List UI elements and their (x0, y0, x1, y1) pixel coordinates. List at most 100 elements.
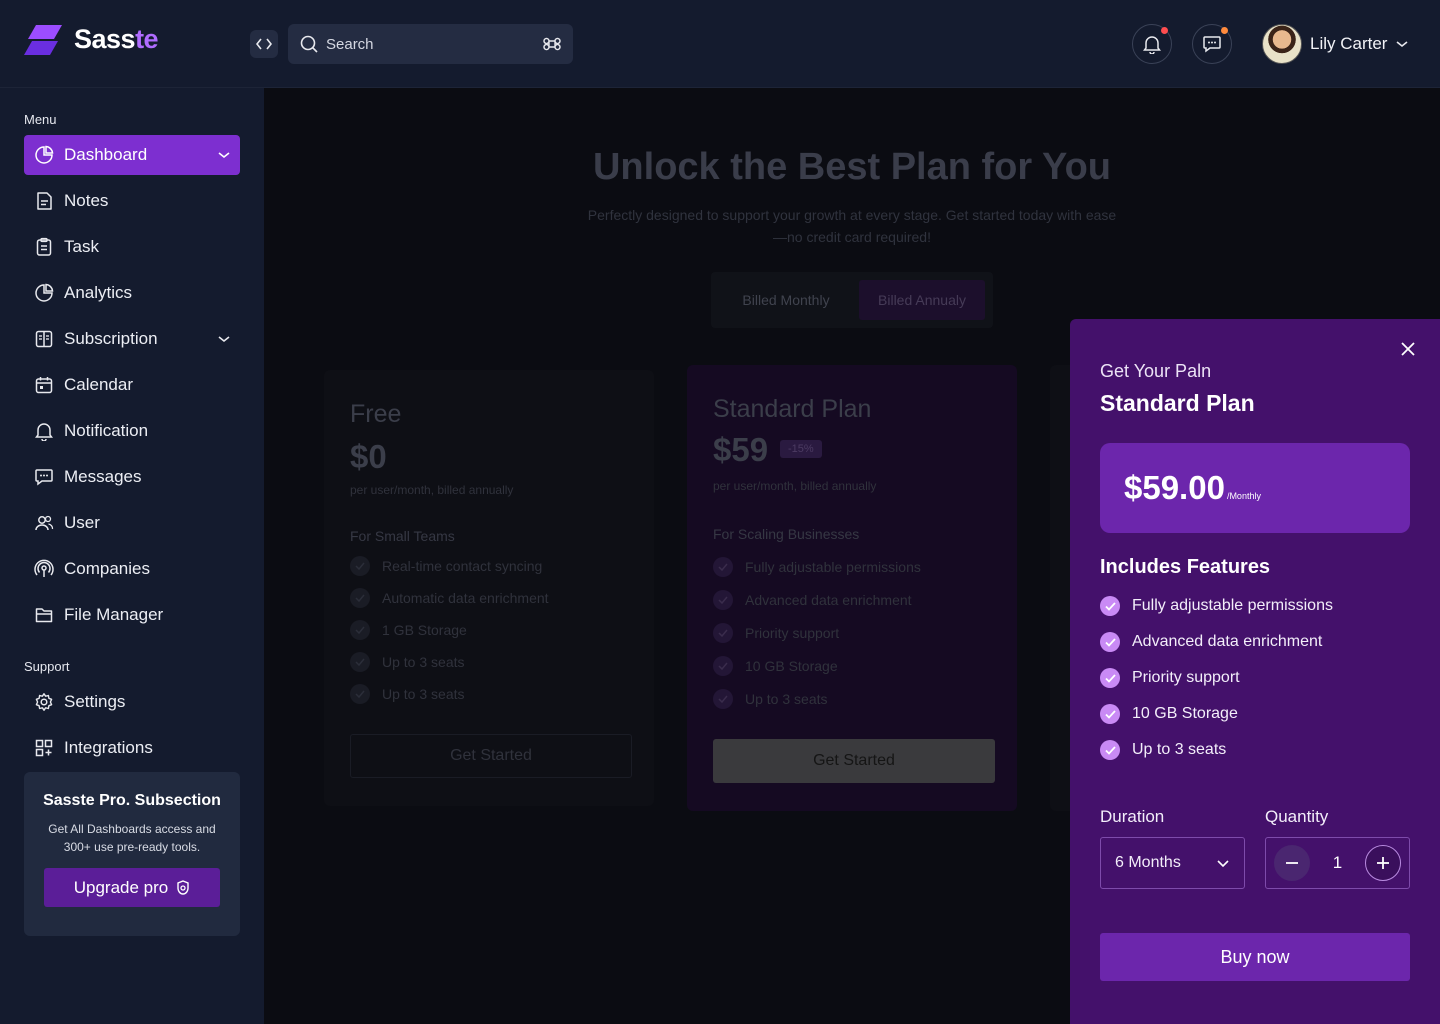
get-started-button[interactable]: Get Started (713, 739, 995, 783)
sidebar-item-dashboard[interactable]: Dashboard (24, 135, 240, 175)
quantity-value: 1 (1332, 853, 1343, 872)
checkout-panel: Get Your Paln Standard Plan $59.00 /Mont… (1070, 319, 1440, 1024)
sidebar-item-label: Subscription (64, 329, 158, 348)
search-bar[interactable] (288, 24, 573, 64)
sidebar-item-label: Analytics (64, 283, 133, 302)
check-icon (713, 689, 733, 709)
layout-icon (34, 329, 54, 349)
check-icon (350, 620, 370, 640)
sidebar-item-notification[interactable]: Notification (24, 411, 240, 451)
plan-name: Standard Plan (713, 395, 872, 423)
sidebar-item-file-manager[interactable]: File Manager (24, 595, 240, 635)
note-icon (34, 191, 54, 211)
check-icon (350, 588, 370, 608)
sidebar-item-label: Dashboard (64, 145, 148, 164)
search-input[interactable] (326, 35, 543, 53)
sidebar-item-label: Notes (64, 191, 109, 210)
promo-title: Sasste Pro. Subsection (43, 792, 221, 809)
message-badge (1221, 27, 1228, 34)
check-icon (350, 684, 370, 704)
plan-feature: 1 GB Storage (350, 620, 467, 640)
sidebar-item-analytics[interactable]: Analytics (24, 273, 240, 313)
check-icon (713, 656, 733, 676)
chevron-down-icon (1396, 41, 1408, 48)
calendar-icon (34, 375, 54, 395)
sidebar-item-label: Calendar (64, 375, 133, 394)
sidebar-item-calendar[interactable]: Calendar (24, 365, 240, 405)
sidebar-item-messages[interactable]: Messages (24, 457, 240, 497)
sidebar-item-integrations[interactable]: Integrations (24, 728, 240, 768)
code-toggle-button[interactable] (250, 30, 278, 58)
brand-logo[interactable]: Sasste (24, 24, 159, 55)
check-icon (1100, 632, 1120, 652)
price-unit: /Monthly (1226, 491, 1261, 501)
close-button[interactable] (1396, 337, 1420, 361)
billed-annually-option[interactable]: Billed Annualy (859, 280, 985, 320)
page-subtitle: Perfectly designed to support your growt… (587, 207, 1117, 245)
increment-button[interactable] (1365, 845, 1401, 881)
brand-name: Sasste (74, 24, 159, 54)
upgrade-pro-label: Upgrade pro (73, 877, 169, 897)
chat-icon (34, 467, 54, 487)
feature-item: Up to 3 seats (1100, 740, 1226, 760)
feature-item: Priority support (1100, 668, 1240, 688)
plan-feature: 10 GB Storage (713, 656, 838, 676)
pie-chart-icon (34, 145, 54, 165)
sidebar-item-label: Task (64, 237, 99, 256)
duration-select[interactable]: 6 Months (1100, 837, 1245, 889)
chevron-down-icon (218, 152, 230, 159)
check-icon (1100, 596, 1120, 616)
sidebar-item-user[interactable]: User (24, 503, 240, 543)
close-icon (1401, 342, 1415, 356)
billed-monthly-option[interactable]: Billed Monthly (719, 280, 853, 320)
plan-card-standard: Standard Plan $59 -15% per user/month, b… (687, 365, 1017, 811)
check-icon (713, 590, 733, 610)
broadcast-icon (34, 559, 54, 579)
sidebar-item-notes[interactable]: Notes (24, 181, 240, 221)
bell-icon (1143, 36, 1161, 54)
feature-item: Fully adjustable permissions (1100, 596, 1333, 616)
page-title: Unlock the Best Plan for You (592, 146, 1111, 188)
chevron-down-icon (218, 336, 230, 343)
sidebar-item-companies[interactable]: Companies (24, 549, 240, 589)
plan-section-title: For Scaling Businesses (713, 526, 860, 542)
check-icon (713, 623, 733, 643)
quantity-label: Quantity (1265, 807, 1329, 826)
plan-card-free: Free $0 per user/month, billed annually … (324, 370, 654, 806)
upgrade-pro-button[interactable]: Upgrade pro (44, 868, 220, 907)
plan-feature: Automatic data enrichment (350, 588, 549, 608)
plus-icon (1377, 857, 1389, 869)
sidebar-item-subscription[interactable]: Subscription (24, 319, 240, 359)
features-title: Includes Features (1100, 556, 1271, 578)
users-icon (34, 513, 54, 533)
check-icon (1100, 668, 1120, 688)
sidebar-item-label: Settings (64, 692, 126, 711)
plan-price-note: per user/month, billed annually (350, 483, 514, 497)
logo-mark-icon (24, 24, 64, 55)
messages-button[interactable] (1192, 24, 1232, 64)
user-menu[interactable]: Lily Carter (1262, 24, 1409, 64)
bell-icon (34, 421, 54, 441)
upgrade-promo-card: Sasste Pro. Subsection Get All Dashboard… (24, 772, 240, 936)
minus-icon (1286, 862, 1298, 864)
grid-plus-icon (34, 738, 54, 758)
top-bar: Sasste Lily Carter (0, 0, 1440, 88)
sidebar-item-task[interactable]: Task (24, 227, 240, 267)
billing-toggle: Billed Monthly Billed Annualy (711, 272, 993, 328)
check-icon (350, 652, 370, 672)
user-name: Lily Carter (1310, 34, 1388, 53)
decrement-button[interactable] (1274, 845, 1310, 881)
folder-icon (34, 605, 54, 625)
plan-price: $59 (713, 431, 769, 468)
feature-item: 10 GB Storage (1100, 704, 1238, 724)
plan-feature: Up to 3 seats (350, 652, 465, 672)
notifications-button[interactable] (1132, 24, 1172, 64)
buy-now-button[interactable]: Buy now (1100, 933, 1410, 981)
sidebar-item-settings[interactable]: Settings (24, 682, 240, 722)
get-started-button[interactable]: Get Started (350, 734, 632, 778)
chevron-down-icon (1217, 859, 1229, 867)
plan-name: Free (350, 400, 402, 428)
sidebar-item-label: Integrations (64, 738, 153, 757)
check-icon (350, 556, 370, 576)
quantity-stepper: 1 (1265, 837, 1410, 889)
